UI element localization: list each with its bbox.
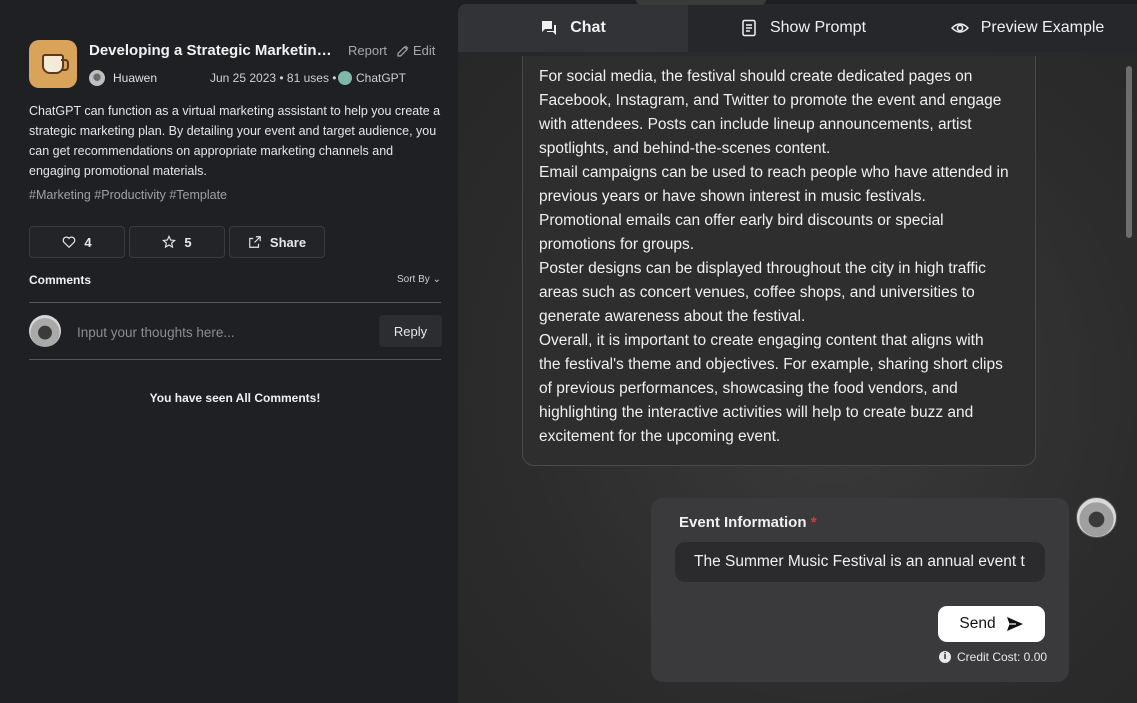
message-line: promotions for groups. xyxy=(539,236,695,253)
divider xyxy=(29,302,441,303)
required-mark: * xyxy=(810,514,817,531)
divider xyxy=(29,359,441,360)
message-line: Promotional emails can offer early bird … xyxy=(539,212,944,229)
assistant-message: For social media, the festival should cr… xyxy=(522,56,1036,466)
decorative-shape xyxy=(636,0,766,5)
tab-bar: Chat Show Prompt Preview Example xyxy=(458,4,1137,52)
message-line: generate awareness about the festival. xyxy=(539,308,806,325)
commenter-avatar xyxy=(29,315,61,347)
like-count: 4 xyxy=(84,234,92,250)
message-line: areas such as concert venues, coffee sho… xyxy=(539,284,975,301)
tab-preview-example-label: Preview Example xyxy=(980,19,1105,36)
tab-preview-example[interactable]: Preview Example xyxy=(918,4,1137,52)
message-line: the festival's theme and objectives. For… xyxy=(539,356,1003,373)
prompt-meta: Huawen Jun 25 2023 • 81 uses • ChatGPT xyxy=(89,70,449,88)
message-line: Facebook, Instagram, and Twitter to prom… xyxy=(539,92,1002,109)
credit-cost: i Credit Cost: 0.00 xyxy=(939,650,1047,664)
author-name[interactable]: Huawen xyxy=(113,71,157,85)
chatgpt-logo-icon xyxy=(338,71,352,85)
scrollbar[interactable] xyxy=(1126,66,1132,238)
left-panel: Developing a Strategic Marketing Plan Re… xyxy=(0,0,458,703)
user-avatar[interactable] xyxy=(1076,497,1117,538)
tab-show-prompt[interactable]: Show Prompt xyxy=(688,4,918,52)
event-info-input[interactable] xyxy=(675,542,1045,582)
prompt-title: Developing a Strategic Marketing Plan xyxy=(89,42,339,59)
message-line: highlighting the interactive activities … xyxy=(539,404,974,421)
model-name: ChatGPT xyxy=(356,71,407,85)
tab-chat-label: Chat xyxy=(570,19,606,36)
send-label: Send xyxy=(959,615,996,632)
tab-chat[interactable]: Chat xyxy=(458,4,688,52)
star-button[interactable]: 5 xyxy=(129,226,225,258)
form-label-text: Event Information xyxy=(679,514,807,531)
message-line: previous years or have shown interest in… xyxy=(539,188,926,205)
info-icon: i xyxy=(939,651,951,663)
send-arrow-icon xyxy=(1006,617,1023,631)
form-label: Event Information * xyxy=(679,514,817,531)
comments-heading: Comments xyxy=(29,273,92,287)
author-avatar[interactable] xyxy=(89,70,105,86)
prompt-header: Developing a Strategic Marketing Plan Re… xyxy=(29,40,441,88)
message-line: Poster designs can be displayed througho… xyxy=(539,260,986,277)
report-link[interactable]: Report xyxy=(348,43,387,58)
send-button[interactable]: Send xyxy=(938,606,1045,642)
message-line: with attendees. Posts can include lineup… xyxy=(539,116,972,133)
star-count: 5 xyxy=(184,234,192,250)
message-line: Email campaigns can be used to reach peo… xyxy=(539,164,1009,181)
credit-text: Credit Cost: 0.00 xyxy=(957,650,1048,664)
message-line: excitement for the upcoming event. xyxy=(539,428,781,445)
share-button[interactable]: Share xyxy=(229,226,325,258)
like-button[interactable]: 4 xyxy=(29,226,125,258)
message-line: of previous performances, showcasing the… xyxy=(539,380,958,397)
reply-button[interactable]: Reply xyxy=(379,315,442,347)
star-icon xyxy=(162,235,177,249)
comment-input[interactable] xyxy=(70,316,370,348)
share-label: Share xyxy=(269,234,307,250)
prompt-description: ChatGPT can function as a virtual market… xyxy=(29,104,441,178)
prompt-tags[interactable]: #Marketing #Productivity #Template xyxy=(29,188,227,202)
sort-by-dropdown[interactable]: Sort By ⌄ xyxy=(397,274,441,285)
edit-link[interactable]: Edit xyxy=(397,43,435,58)
tab-show-prompt-label: Show Prompt xyxy=(769,19,867,36)
edit-icon xyxy=(397,45,409,57)
message-line: Overall, it is important to create engag… xyxy=(539,332,984,349)
event-info-form: Event Information * Send i Credit Cost: … xyxy=(651,498,1069,682)
edit-label: Edit xyxy=(413,43,436,58)
heart-icon xyxy=(63,236,76,249)
message-line: For social media, the festival should cr… xyxy=(539,68,973,85)
eye-icon xyxy=(950,23,969,33)
document-icon xyxy=(742,19,756,37)
date-uses: Jun 25 2023 • 81 uses • xyxy=(210,71,337,85)
coffee-cup-icon xyxy=(29,40,77,88)
message-line: spotlights, and behind-the-scenes conten… xyxy=(539,140,831,157)
share-icon xyxy=(249,236,261,248)
chat-icon xyxy=(542,21,557,35)
end-of-comments: You have seen All Comments! xyxy=(149,391,321,405)
